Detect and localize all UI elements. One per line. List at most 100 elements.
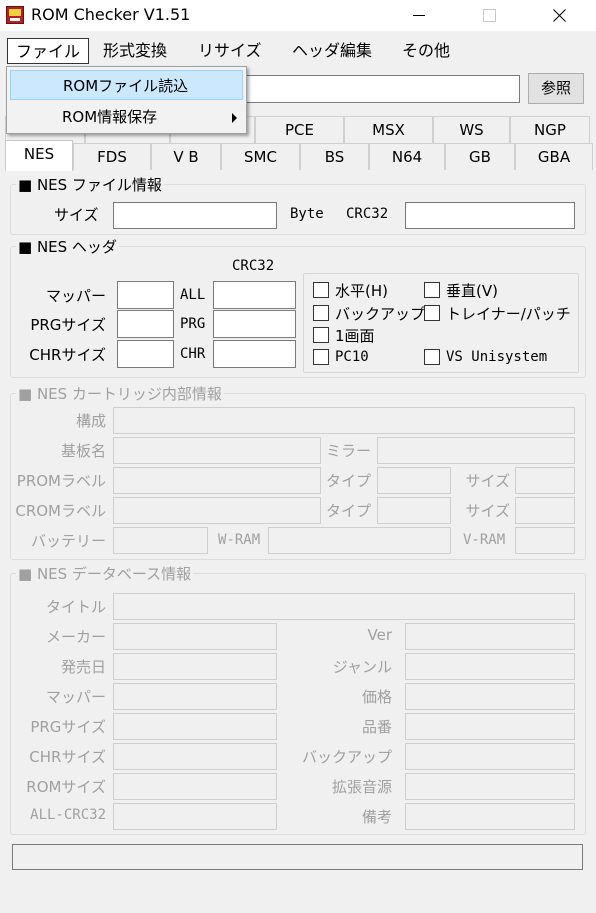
submenu-arrow-icon	[232, 113, 237, 123]
battery-field	[113, 527, 208, 554]
wram-label: W-RAM	[218, 532, 261, 548]
mapper-field[interactable]	[117, 281, 174, 309]
one-screen-checkbox[interactable]	[313, 327, 329, 343]
tab-msx[interactable]: MSX	[344, 116, 433, 143]
db-release-field	[113, 653, 277, 680]
tab-nes[interactable]: NES	[5, 140, 73, 171]
db-ext-sound-field	[405, 773, 575, 800]
db-chr-size-field	[113, 743, 277, 770]
prom-size-label: サイズ	[465, 472, 510, 490]
wram-field	[268, 527, 451, 554]
db-rom-size-label: ROMサイズ	[26, 778, 106, 796]
one-screen-label: 1画面	[335, 327, 375, 345]
status-bar	[12, 844, 583, 870]
mirror-label: ミラー	[326, 442, 372, 460]
board-label: 基板名	[60, 442, 106, 460]
crom-field	[113, 497, 321, 524]
prg-crc-field[interactable]	[213, 310, 296, 338]
horizontal-label: 水平(H)	[335, 282, 388, 300]
cart-info-legend: ■ NES カートリッジ内部情報	[18, 385, 222, 403]
file-info-legend: ■ NES ファイル情報	[18, 176, 162, 194]
db-title-label: タイトル	[45, 598, 106, 616]
db-info-legend: ■ NES データベース情報	[18, 565, 192, 583]
tab-fds[interactable]: FDS	[73, 143, 151, 170]
prom-label: PROMラベル	[16, 472, 106, 490]
browse-button[interactable]: 参照	[528, 73, 584, 104]
maximize-button[interactable]	[466, 0, 512, 31]
db-title-field	[113, 593, 575, 620]
mapper-label: マッパー	[45, 287, 106, 305]
tab-pce[interactable]: PCE	[255, 116, 344, 143]
prg-label: PRG	[180, 316, 206, 332]
db-prg-size-label: PRGサイズ	[30, 718, 106, 736]
menu-format-convert[interactable]: 形式変換	[95, 38, 175, 64]
prg-size-field[interactable]	[117, 310, 174, 338]
tab-n64[interactable]: N64	[369, 143, 445, 170]
tab-smc[interactable]: SMC	[221, 143, 300, 170]
trainer-checkbox[interactable]	[424, 305, 440, 321]
vertical-label: 垂直(V)	[446, 282, 498, 300]
prom-type-label: タイプ	[326, 472, 372, 490]
window-title: ROM Checker V1.51	[31, 5, 191, 24]
trainer-label: トレイナー/パッチ	[446, 305, 571, 323]
menu-file[interactable]: ファイル	[7, 38, 90, 64]
crc32-label: CRC32	[346, 206, 389, 222]
db-maker-field	[113, 623, 277, 650]
file-size-field[interactable]	[113, 202, 277, 229]
horizontal-checkbox[interactable]	[313, 282, 329, 298]
chr-size-label: CHRサイズ	[29, 346, 106, 364]
backup-checkbox[interactable]	[313, 305, 329, 321]
crom-label: CROMラベル	[15, 502, 106, 520]
prom-field	[113, 467, 321, 494]
title-bar: ROM Checker V1.51	[0, 0, 596, 31]
menu-load-rom[interactable]: ROMファイル読込	[10, 70, 243, 100]
db-price-label: 価格	[361, 688, 392, 706]
rom-path-input[interactable]	[246, 75, 520, 103]
tab-ngp[interactable]: NGP	[510, 116, 590, 143]
tab-bs[interactable]: BS	[300, 143, 369, 170]
db-backup-field	[405, 743, 575, 770]
tab-gba[interactable]: GBA	[515, 143, 593, 170]
db-notes-field	[405, 803, 575, 830]
composition-field	[113, 407, 575, 434]
db-maker-label: メーカー	[45, 628, 106, 646]
db-genre-label: ジャンル	[332, 658, 392, 676]
db-release-label: 発売日	[60, 658, 106, 676]
chr-crc-field[interactable]	[213, 340, 296, 368]
tab-ws[interactable]: WS	[433, 116, 510, 143]
crom-size-label: サイズ	[465, 502, 510, 520]
mirror-field	[377, 437, 575, 464]
vram-label: V-RAM	[463, 532, 506, 548]
db-all-crc-label: ALL-CRC32	[30, 807, 106, 823]
menu-bar: ファイル 形式変換 リサイズ ヘッダ編集 その他	[0, 36, 596, 66]
menu-save-rom-info-label: ROM情報保存	[62, 108, 158, 126]
close-button[interactable]	[536, 0, 582, 31]
file-crc32-field[interactable]	[405, 202, 575, 229]
chr-size-field[interactable]	[117, 340, 174, 368]
db-price-field	[405, 683, 575, 710]
db-prg-size-field	[113, 713, 277, 740]
menu-resize[interactable]: リサイズ	[190, 38, 270, 64]
tab-vb[interactable]: V B	[151, 143, 221, 170]
vs-unisystem-checkbox[interactable]	[424, 349, 440, 365]
tab-gb[interactable]: GB	[445, 143, 515, 170]
pc10-label: PC10	[335, 349, 369, 365]
byte-label: Byte	[290, 206, 324, 222]
app-icon	[6, 6, 24, 24]
vertical-checkbox[interactable]	[424, 282, 440, 298]
menu-save-rom-info[interactable]: ROM情報保存	[10, 102, 243, 132]
db-rom-size-field	[113, 773, 277, 800]
vram-field	[515, 527, 575, 554]
pc10-checkbox[interactable]	[313, 349, 329, 365]
prg-size-label: PRGサイズ	[30, 316, 106, 334]
all-crc-field[interactable]	[213, 281, 296, 309]
menu-header-edit[interactable]: ヘッダ編集	[284, 38, 380, 64]
backup-label: バックアップ	[335, 305, 426, 323]
menu-other[interactable]: その他	[394, 38, 458, 64]
db-mapper-label: マッパー	[45, 688, 106, 706]
prom-size-field	[515, 467, 575, 494]
db-part-no-field	[405, 713, 575, 740]
db-notes-label: 備考	[361, 808, 392, 826]
minimize-button[interactable]	[396, 0, 442, 31]
size-label: サイズ	[54, 206, 99, 224]
